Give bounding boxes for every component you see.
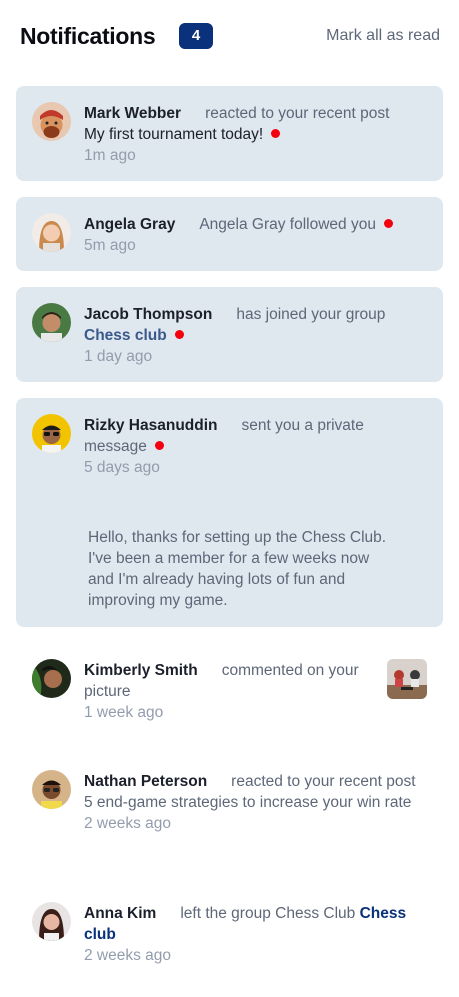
user-name-link[interactable]: Jacob Thompson <box>84 306 212 323</box>
unread-dot-icon <box>383 219 393 228</box>
notification-action: reacted to your recent post <box>205 105 390 122</box>
avatar[interactable] <box>32 303 71 342</box>
notification-time: 5m ago <box>84 237 136 254</box>
avatar[interactable] <box>32 770 71 809</box>
notification-time: 2 weeks ago <box>84 947 172 964</box>
user-name-link[interactable]: Anna Kim <box>84 905 156 922</box>
notifications-header: Notifications 4 Mark all as read <box>20 22 440 52</box>
private-message-preview[interactable]: Hello, thanks for setting up the Chess C… <box>88 527 399 611</box>
user-name-link[interactable]: Kimberly Smith <box>84 662 198 679</box>
notification-time: 1 day ago <box>84 348 153 365</box>
avatar[interactable] <box>32 902 71 941</box>
notification-text: Angela Gray Angela Gray followed you 5m a… <box>84 214 423 256</box>
notification-time: 2 weeks ago <box>84 815 172 832</box>
notification-text: Rizky Hasanuddin sent you a private messa… <box>84 415 423 478</box>
notification-item[interactable]: Mark Webber reacted to your recent post M… <box>16 86 443 181</box>
notification-action: has joined your group <box>236 306 386 323</box>
user-name-link[interactable]: Mark Webber <box>84 105 181 122</box>
notification-item[interactable]: Angela Gray Angela Gray followed you 5m a… <box>16 197 443 271</box>
notification-text: Anna Kim left the group Chess Club Chess … <box>84 903 423 966</box>
unread-count-badge: 4 <box>179 23 213 49</box>
notification-text: Kimberly Smith commented on your picture … <box>84 660 373 723</box>
notification-action: Angela Gray followed you <box>199 216 376 233</box>
unread-dot-icon <box>174 330 184 339</box>
notification-text: Mark Webber reacted to your recent post M… <box>84 103 423 166</box>
notification-text: Jacob Thompson has joined your group Ches… <box>84 304 423 367</box>
mark-all-as-read-button[interactable]: Mark all as read <box>326 25 440 47</box>
avatar[interactable] <box>32 414 71 453</box>
avatar[interactable] <box>32 659 71 698</box>
unread-dot-icon <box>154 441 164 450</box>
page-title: Notifications <box>20 23 156 49</box>
notification-item[interactable]: Jacob Thompson has joined your group Ches… <box>16 287 443 382</box>
user-name-link[interactable]: Nathan Peterson <box>84 773 207 790</box>
notification-text: Nathan Peterson reacted to your recent po… <box>84 771 423 834</box>
notification-item[interactable]: Kimberly Smith commented on your picture … <box>16 643 443 738</box>
commented-picture-thumbnail[interactable] <box>387 659 427 699</box>
notification-item[interactable]: Rizky Hasanuddin sent you a private messa… <box>16 398 443 627</box>
notification-time: 1 week ago <box>84 704 164 721</box>
group-link[interactable]: Chess club <box>84 327 167 344</box>
post-link[interactable]: My first tournament today! <box>84 126 263 143</box>
avatar[interactable] <box>32 213 71 252</box>
notification-item[interactable]: Anna Kim left the group Chess Club Chess … <box>16 886 443 981</box>
user-name-link[interactable]: Angela Gray <box>84 216 175 233</box>
avatar[interactable] <box>32 102 71 141</box>
unread-dot-icon <box>271 129 281 138</box>
user-name-link[interactable]: Rizky Hasanuddin <box>84 417 218 434</box>
notification-item[interactable]: Nathan Peterson reacted to your recent po… <box>16 754 443 870</box>
notification-time: 1m ago <box>84 147 136 164</box>
notification-time: 5 days ago <box>84 459 160 476</box>
notification-action: left the group Chess Club <box>180 905 356 922</box>
